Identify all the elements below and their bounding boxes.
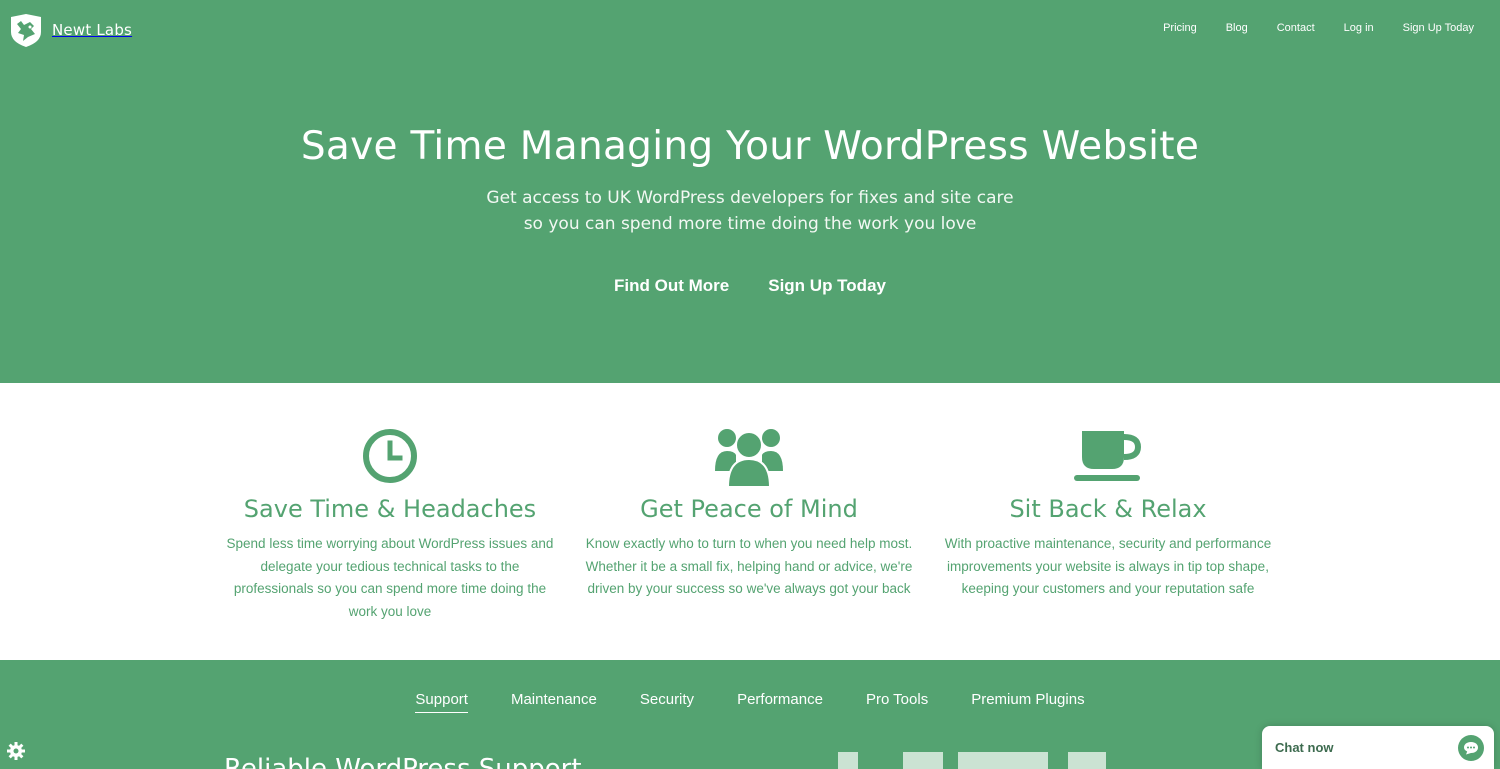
- tab-support[interactable]: Support: [415, 691, 468, 713]
- feature-text: Spend less time worrying about WordPress…: [226, 536, 554, 619]
- feature-text: With proactive maintenance, security and…: [944, 536, 1272, 596]
- hero-subtitle-line-2: so you can spend more time doing the wor…: [523, 214, 977, 234]
- tab-security[interactable]: Security: [640, 691, 694, 713]
- service-tabs: Support Maintenance Security Performance…: [0, 691, 1500, 713]
- feature-title: Sit Back & Relax: [1009, 495, 1207, 523]
- nav-item-blog[interactable]: Blog: [1226, 22, 1248, 34]
- feature-title: Save Time & Headaches: [243, 495, 537, 523]
- tab-performance[interactable]: Performance: [737, 691, 823, 713]
- clock-icon: [220, 423, 560, 489]
- brand-name: Newt Labs: [52, 21, 133, 39]
- nav-item-login[interactable]: Log in: [1344, 22, 1374, 34]
- top-nav: Pricing Blog Contact Log in Sign Up Toda…: [1163, 22, 1474, 34]
- feature-save-time: Save Time & Headaches Spend less time wo…: [220, 423, 560, 623]
- hero-section: Newt Labs Pricing Blog Contact Log in Si…: [0, 0, 1500, 383]
- tab-premium-plugins[interactable]: Premium Plugins: [971, 691, 1084, 713]
- illustration-fragment: [838, 752, 858, 769]
- nav-item-signup[interactable]: Sign Up Today: [1403, 22, 1474, 34]
- hero-title: Save Time Managing Your WordPress Websit…: [300, 124, 1200, 169]
- newt-shield-icon: [11, 14, 41, 47]
- feature-text: Know exactly who to turn to when you nee…: [585, 536, 913, 596]
- coffee-cup-icon: [938, 423, 1278, 489]
- illustration-fragment: [1068, 752, 1106, 769]
- chat-label: Chat now: [1275, 740, 1334, 755]
- illustration-fragment: [958, 752, 1048, 769]
- nav-item-contact[interactable]: Contact: [1277, 22, 1315, 34]
- tab-pro-tools[interactable]: Pro Tools: [866, 691, 928, 713]
- chat-widget[interactable]: Chat now: [1262, 726, 1494, 769]
- hero-subtitle-line-1: Get access to UK WordPress developers fo…: [486, 188, 1014, 208]
- sign-up-today-button[interactable]: Sign Up Today: [768, 276, 886, 296]
- hero-cta-group: Find Out More Sign Up Today: [0, 276, 1500, 296]
- tab-maintenance[interactable]: Maintenance: [511, 691, 597, 713]
- find-out-more-button[interactable]: Find Out More: [614, 276, 729, 296]
- feature-title: Get Peace of Mind: [640, 495, 858, 523]
- nav-item-pricing[interactable]: Pricing: [1163, 22, 1197, 34]
- people-icon: [579, 423, 919, 489]
- section-heading: Reliable WordPress Support: [224, 754, 582, 769]
- feature-sit-back: Sit Back & Relax With proactive maintena…: [938, 423, 1278, 601]
- features-section: Save Time & Headaches Spend less time wo…: [0, 383, 1500, 660]
- chat-bubble-icon: [1458, 734, 1484, 761]
- illustration-fragment: [903, 752, 943, 769]
- brand-logo[interactable]: Newt Labs: [8, 12, 132, 48]
- feature-peace-of-mind: Get Peace of Mind Know exactly who to tu…: [579, 423, 919, 601]
- cookie-settings-gear-icon[interactable]: [6, 741, 26, 761]
